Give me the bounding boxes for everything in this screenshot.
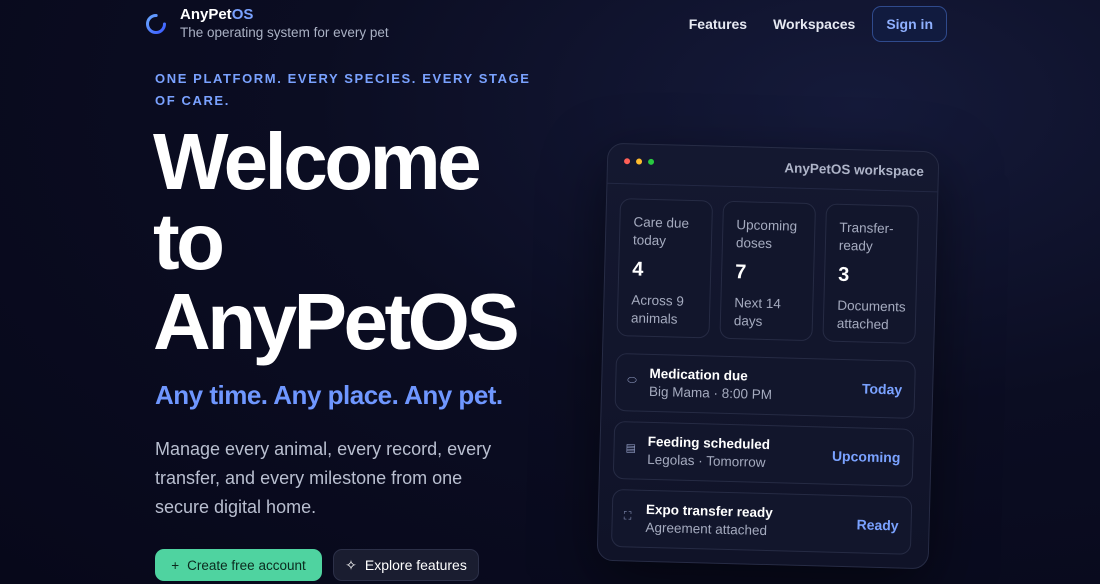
task-feeding-scheduled[interactable]: ▤ Feeding scheduled Legolas · Tomorrow U… [612, 420, 915, 487]
nav-workspaces-link[interactable]: Workspaces [760, 6, 868, 42]
stats-row: Care due today 4 Across 9 animals Upcomi… [616, 198, 919, 344]
nav-features-link[interactable]: Features [676, 6, 760, 42]
hero-title-line-2: to [153, 197, 225, 286]
task-subtitle: Agreement attached [645, 519, 768, 539]
workspace-title: AnyPetOS workspace [784, 160, 925, 180]
stat-label: Transfer-ready [838, 219, 894, 254]
brand[interactable]: AnyPetOS The operating system for every … [144, 6, 389, 40]
brand-tagline: The operating system for every pet [180, 25, 389, 40]
sparkle-icon: ✧ [345, 556, 357, 573]
window-dots [623, 158, 655, 165]
brand-text: AnyPetOS The operating system for every … [180, 6, 389, 40]
top-nav: Features Workspaces Sign in [676, 6, 947, 42]
stat-label: Care due today [632, 214, 690, 249]
stat-value: 4 [631, 258, 644, 281]
hero-description: Manage every animal, every record, every… [155, 439, 492, 517]
plus-icon: + [171, 557, 180, 573]
ring-logo-icon [146, 14, 166, 34]
stat-sub: Next 14 days [733, 295, 782, 329]
hero-subtitle: Any time. Any place. Any pet. [155, 380, 503, 410]
hero-title: Welcome to AnyPetOS [153, 122, 573, 362]
pill-icon: ⬭ [627, 374, 637, 387]
sign-in-button[interactable]: Sign in [872, 6, 947, 42]
scan-icon: ⛶ [623, 510, 632, 523]
task-expo-transfer-ready[interactable]: ⛶ Expo transfer ready Agreement attached… [610, 488, 913, 555]
stat-card-upcoming-doses: Upcoming doses 7 Next 14 days [719, 200, 817, 342]
stat-value: 3 [837, 263, 850, 287]
stat-sub: Documents attached [836, 297, 906, 333]
workspace-preview-card: AnyPetOS workspace Care due today 4 Acro… [596, 142, 940, 570]
explore-features-label: Explore features [364, 557, 467, 573]
brand-name-accent: OS [231, 6, 254, 23]
stat-value: 7 [734, 261, 747, 284]
brand-name: AnyPetOS [180, 6, 389, 23]
task-title: Medication due [649, 365, 748, 384]
card-titlebar: AnyPetOS workspace [607, 143, 939, 193]
task-medication-due[interactable]: ⬭ Medication due Big Mama · 8:00 PM Toda… [614, 353, 916, 419]
window-dot-yellow [635, 158, 643, 165]
task-title: Expo transfer ready [645, 501, 773, 521]
task-status: Upcoming [831, 447, 901, 466]
task-status: Today [861, 380, 903, 398]
stat-card-care-due: Care due today 4 Across 9 animals [616, 198, 714, 339]
window-dot-green [647, 158, 655, 165]
hero-title-line-1: Welcome [153, 117, 482, 206]
brand-name-main: AnyPet [180, 6, 232, 23]
explore-features-button[interactable]: ✧ Explore features [333, 549, 479, 581]
stat-card-transfer-ready: Transfer-ready 3 Documents attached [822, 203, 919, 344]
create-account-button[interactable]: + Create free account [155, 549, 322, 581]
calendar-icon: ▤ [625, 442, 637, 455]
create-account-label: Create free account [187, 557, 306, 573]
task-status: Ready [856, 516, 899, 534]
stat-sub: Across 9 animals [630, 292, 685, 327]
hero-eyebrow: ONE PLATFORM. EVERY SPECIES. EVERY STAGE… [155, 71, 531, 108]
stat-label: Upcoming doses [735, 217, 798, 252]
hero-title-line-3: AnyPetOS [153, 277, 520, 366]
task-subtitle: Legolas · Tomorrow [647, 451, 766, 470]
task-list: ⬭ Medication due Big Mama · 8:00 PM Toda… [610, 353, 916, 565]
task-subtitle: Big Mama · 8:00 PM [648, 383, 773, 403]
task-title: Feeding scheduled [647, 433, 771, 453]
window-dot-red [623, 158, 631, 165]
